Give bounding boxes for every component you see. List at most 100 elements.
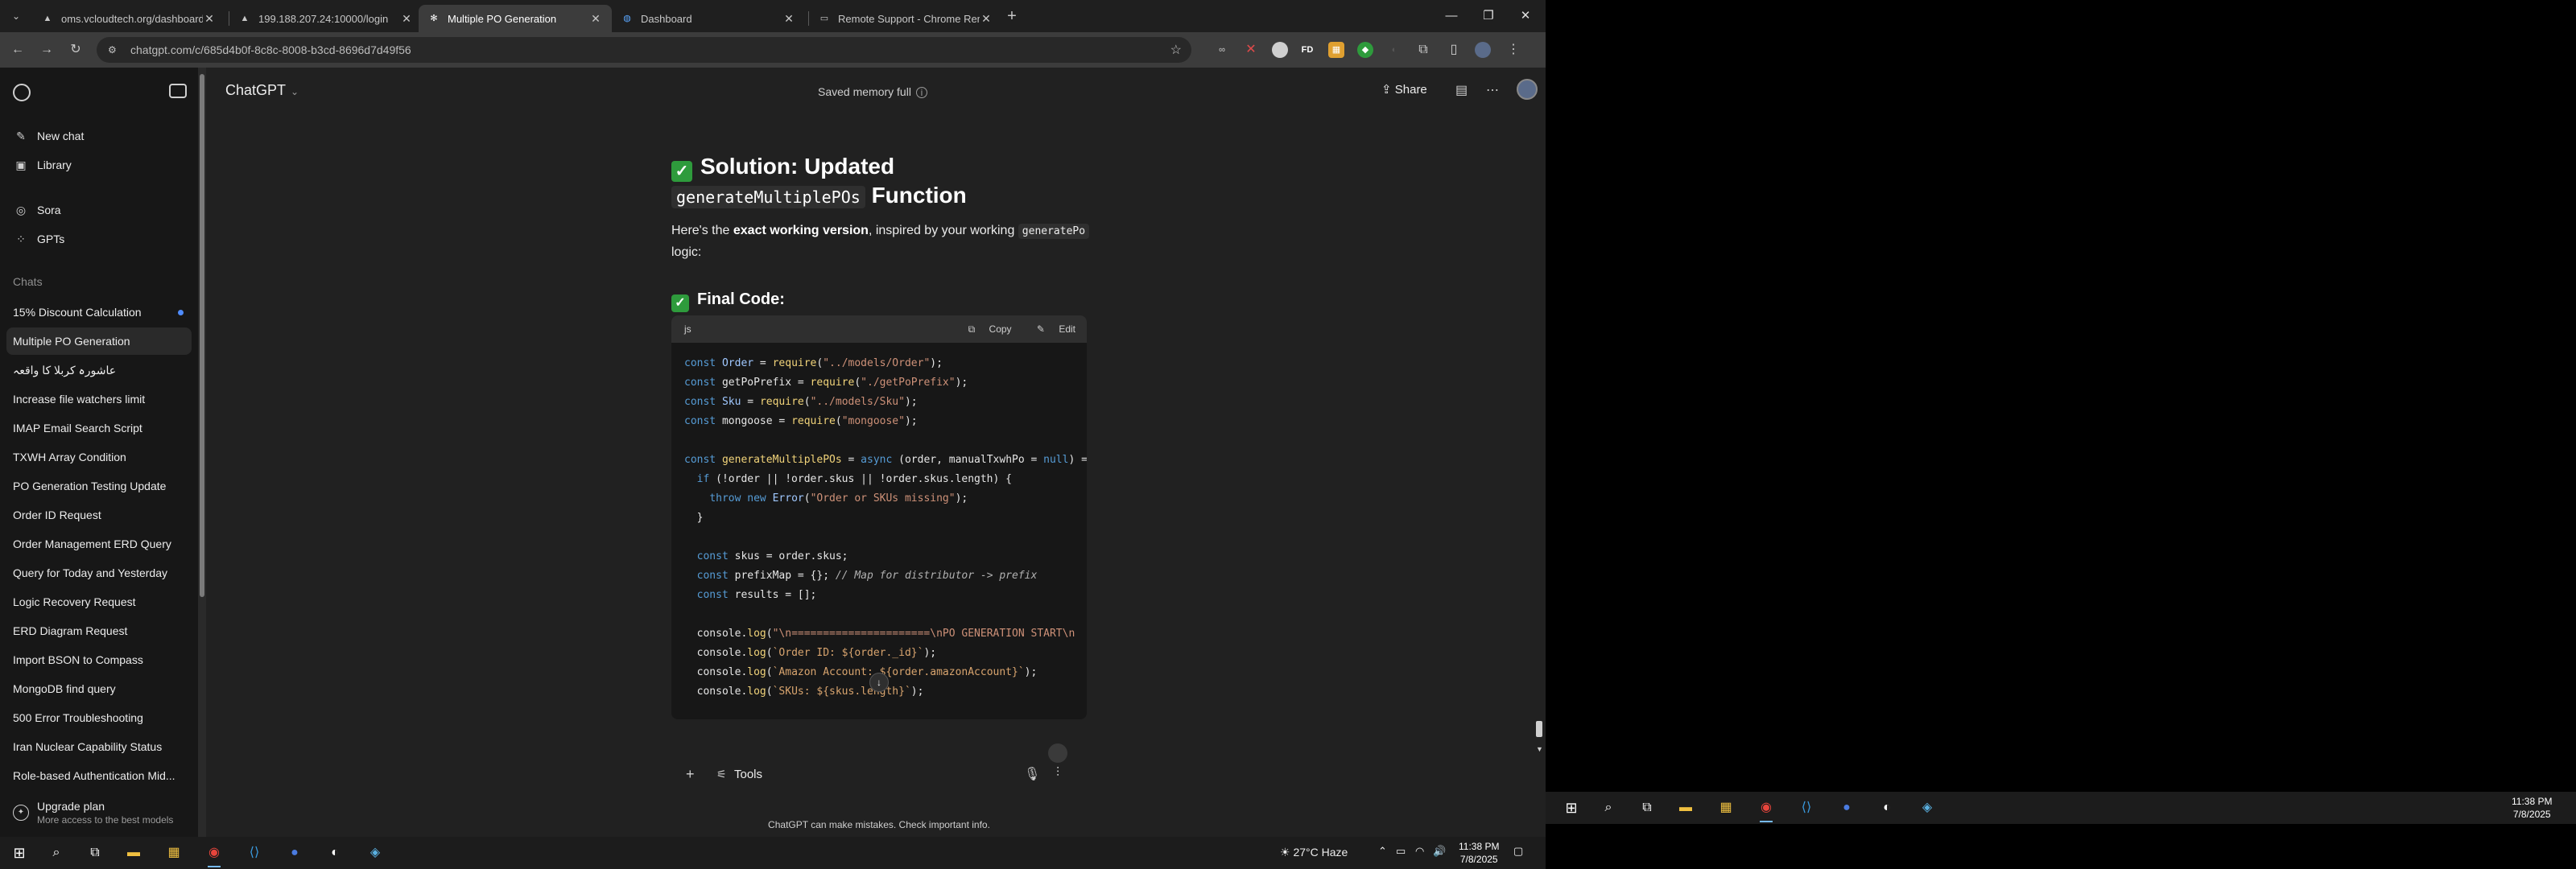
vscode-icon[interactable]: ⟨⟩ xyxy=(245,843,264,863)
extensions-puzzle-icon[interactable]: ⧉ xyxy=(1415,42,1431,58)
tools-button[interactable]: Tools xyxy=(734,768,762,781)
store-icon[interactable]: ▦ xyxy=(164,843,184,863)
search-icon[interactable]: ⌕ xyxy=(47,843,66,863)
close-tab-icon[interactable]: ✕ xyxy=(980,12,993,26)
chat-item[interactable]: MongoDB find query xyxy=(6,675,192,702)
extension-circle-icon[interactable] xyxy=(1272,42,1288,58)
extension-glasses-icon[interactable]: ∞ xyxy=(1214,42,1230,58)
chat-item[interactable]: PO Generation Testing Update xyxy=(6,472,192,500)
profile-avatar-icon[interactable] xyxy=(1475,42,1491,58)
tab-5[interactable]: ▭ Remote Support - Chrome Rem ✕ xyxy=(809,5,1002,32)
composer[interactable]: + ⚟ Tools 🎙 ⫶ xyxy=(671,756,1090,792)
chrome-icon[interactable]: ◉ xyxy=(1757,798,1776,822)
app-white-icon[interactable]: ◐ xyxy=(325,843,345,863)
network-icon[interactable]: ▭ xyxy=(1396,845,1406,858)
extension-dim-icon[interactable]: ◐ xyxy=(1386,42,1402,58)
chrome-icon[interactable]: ◉ xyxy=(204,843,224,867)
share-button[interactable]: ⇪ Share xyxy=(1381,82,1427,97)
windows-start-icon[interactable]: ⊞ xyxy=(1562,798,1581,818)
app-white-icon[interactable]: ◐ xyxy=(1877,798,1897,818)
chat-item[interactable]: TXWH Array Condition xyxy=(6,443,192,471)
gpts-button[interactable]: ⁘ GPTs xyxy=(6,225,192,253)
sidebar-scrollbar[interactable] xyxy=(198,68,206,837)
close-window-icon[interactable]: ✕ xyxy=(1507,5,1544,27)
chat-item[interactable]: Order Management ERD Query xyxy=(6,530,192,558)
more-options-icon[interactable]: ⋯ xyxy=(1486,82,1499,98)
file-explorer-icon[interactable]: ▬ xyxy=(124,843,143,863)
model-picker[interactable]: ChatGPT ⌄ xyxy=(225,82,299,99)
reload-icon[interactable]: ↻ xyxy=(66,40,85,60)
file-explorer-icon[interactable]: ▬ xyxy=(1676,798,1695,818)
app-blue-icon[interactable]: ◈ xyxy=(1918,798,1937,818)
chat-item[interactable]: 500 Error Troubleshooting xyxy=(6,704,192,731)
chat-item[interactable]: IMAP Email Search Script xyxy=(6,414,192,442)
bookmark-star-icon[interactable]: ☆ xyxy=(1170,42,1182,58)
close-tab-icon[interactable]: ✕ xyxy=(782,12,795,26)
chat-item[interactable]: Iran Nuclear Capability Status xyxy=(6,733,192,760)
chat-item[interactable]: ERD Diagram Request xyxy=(6,617,192,645)
new-chat-button[interactable]: ✎ New chat xyxy=(6,122,192,150)
chat-item[interactable]: Increase file watchers limit xyxy=(6,385,192,413)
edit-code-button[interactable]: ✎ Edit xyxy=(1026,323,1075,335)
taskbar-clock[interactable]: 11:38 PM 7/8/2025 xyxy=(2512,795,2552,821)
extension-badge-icon[interactable]: ▦ xyxy=(1328,42,1344,58)
tab-search-chevron-icon[interactable]: ⌄ xyxy=(6,6,26,26)
chat-item[interactable]: 15% Discount Calculation xyxy=(6,299,192,326)
task-view-icon[interactable]: ⧉ xyxy=(1637,798,1657,818)
weather-widget[interactable]: ☀ 27°C Haze xyxy=(1280,846,1348,859)
library-button[interactable]: ▣ Library xyxy=(6,151,192,179)
openai-logo-icon[interactable] xyxy=(13,84,31,101)
minimize-icon[interactable]: — xyxy=(1433,5,1470,27)
sora-button[interactable]: ◎ Sora xyxy=(6,196,192,224)
upgrade-plan-button[interactable]: ✦ Upgrade plan More access to the best m… xyxy=(6,793,200,832)
new-tab-plus-icon[interactable]: + xyxy=(1002,6,1022,26)
tab-2[interactable]: ▲ 199.188.207.24:10000/login ✕ xyxy=(229,5,423,32)
address-bar[interactable]: ⚙ chatgpt.com/c/685d4b0f-8c8c-8008-b3cd-… xyxy=(97,37,1191,63)
microphone-icon[interactable]: 🎙 xyxy=(1024,766,1040,782)
site-settings-icon[interactable]: ⚙ xyxy=(108,44,121,56)
tab-4[interactable]: ◍ Dashboard ✕ xyxy=(612,5,805,32)
volume-icon[interactable]: 🔊 xyxy=(1433,845,1446,858)
scroll-down-arrow-icon[interactable]: ↓ xyxy=(869,673,889,692)
tools-icon[interactable]: ⚟ xyxy=(716,768,727,781)
forward-arrow-icon[interactable]: → xyxy=(37,40,56,60)
chat-item[interactable]: Role-based Authentication Mid... xyxy=(6,762,192,789)
scroll-down-small-icon[interactable]: ▼ xyxy=(1536,745,1543,753)
tab-3-active[interactable]: ✻ Multiple PO Generation ✕ xyxy=(419,5,612,32)
vscode-icon[interactable]: ⟨⟩ xyxy=(1797,798,1816,818)
copy-code-button[interactable]: ⧉ Copy xyxy=(957,323,1012,335)
side-panel-icon[interactable]: ▯ xyxy=(1446,42,1462,58)
close-tab-icon[interactable]: ✕ xyxy=(400,12,413,26)
extension-fd-icon[interactable]: FD xyxy=(1299,42,1315,58)
chat-item[interactable]: عاشورہ کربلا کا واقعہ xyxy=(6,356,192,384)
windows-start-icon[interactable]: ⊞ xyxy=(10,843,29,863)
extension-green-icon[interactable]: ◆ xyxy=(1357,42,1373,58)
sidebar-toggle-icon[interactable] xyxy=(169,84,187,98)
tab-1[interactable]: ▲ oms.vcloudtech.org/dashboard ✕ xyxy=(32,5,225,32)
canvas-icon[interactable]: ▤ xyxy=(1455,82,1468,98)
store-icon[interactable]: ▦ xyxy=(1716,798,1736,818)
task-view-icon[interactable]: ⧉ xyxy=(85,843,105,863)
chat-item[interactable]: Order ID Request xyxy=(6,501,192,529)
app-blue-icon[interactable]: ◈ xyxy=(365,843,385,863)
zoom-icon[interactable]: ● xyxy=(285,843,304,863)
zoom-icon[interactable]: ● xyxy=(1837,798,1856,818)
tray-chevron-icon[interactable]: ⌃ xyxy=(1378,845,1387,858)
close-tab-icon[interactable]: ✕ xyxy=(203,12,216,26)
wifi-icon[interactable]: ◠ xyxy=(1415,845,1424,858)
taskbar-clock[interactable]: 11:38 PM 7/8/2025 xyxy=(1459,840,1499,866)
chat-item[interactable]: Import BSON to Compass xyxy=(6,646,192,673)
chrome-menu-icon[interactable]: ⋮ xyxy=(1505,42,1521,58)
main-scrollbar[interactable]: ▼ xyxy=(1533,68,1546,837)
search-icon[interactable]: ⌕ xyxy=(1599,798,1618,818)
plus-icon[interactable]: + xyxy=(686,766,695,783)
extension-x-icon[interactable]: ✕ xyxy=(1243,42,1259,58)
chat-item[interactable]: Logic Recovery Request xyxy=(6,588,192,616)
restore-icon[interactable]: ❐ xyxy=(1470,5,1507,27)
memory-status[interactable]: Saved memory full i xyxy=(818,85,927,98)
voice-mode-icon[interactable]: ⫶ xyxy=(1056,766,1059,780)
chat-item-active[interactable]: Multiple PO Generation xyxy=(6,327,192,355)
notifications-icon[interactable]: ▢ xyxy=(1513,845,1523,858)
back-arrow-icon[interactable]: ← xyxy=(8,40,27,60)
chat-item[interactable]: Query for Today and Yesterday xyxy=(6,559,192,587)
